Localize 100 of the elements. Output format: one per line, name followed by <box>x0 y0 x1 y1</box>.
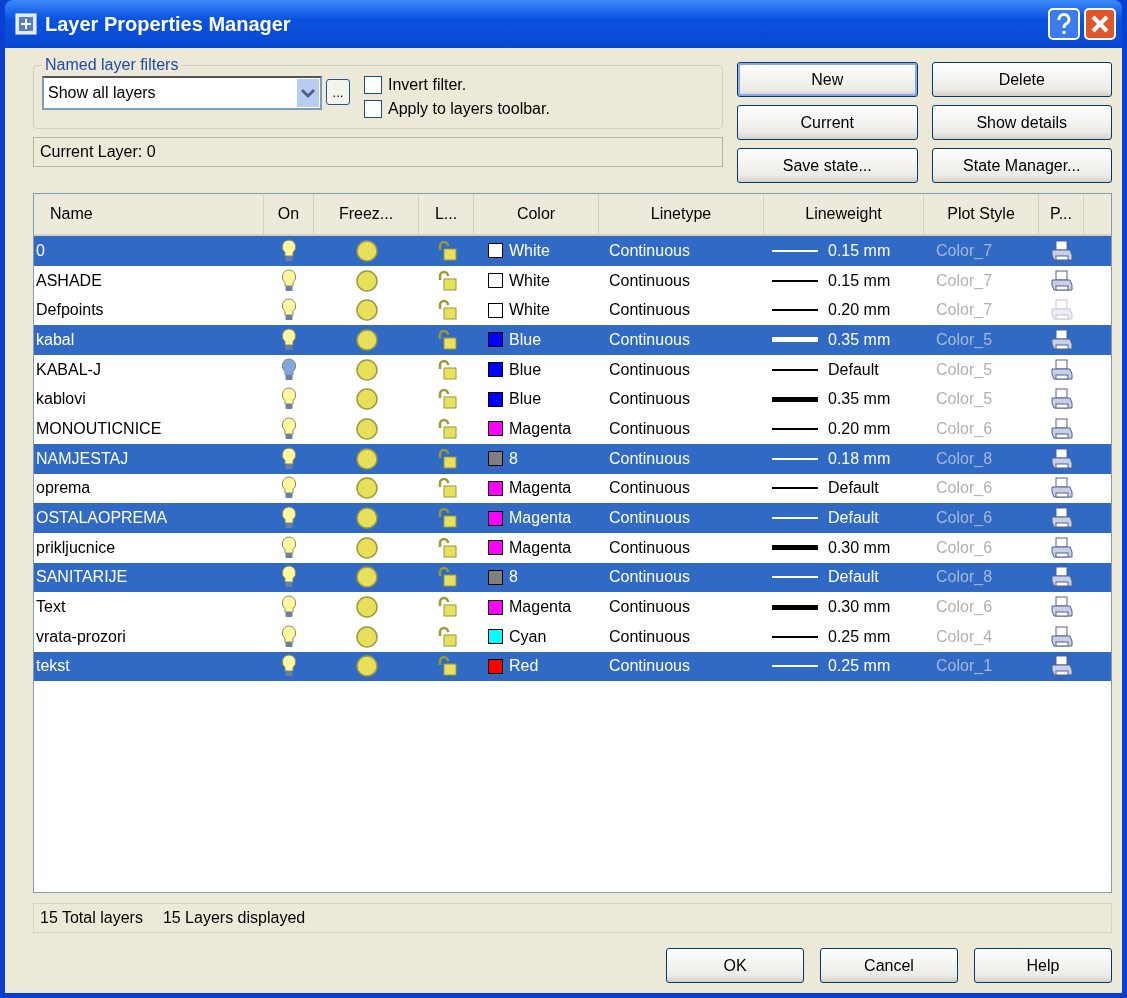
checkbox-option[interactable]: Invert filter. <box>364 76 550 94</box>
lightbulb-icon[interactable] <box>281 506 297 531</box>
color-swatch[interactable] <box>488 332 503 348</box>
lineweight-value[interactable]: Default <box>828 568 879 587</box>
sun-icon[interactable] <box>354 268 379 293</box>
layer-row[interactable]: Text Magenta Continuous 0.30 mm Color_6 <box>34 592 1111 622</box>
dialog-button[interactable]: New <box>737 62 918 97</box>
printer-icon[interactable] <box>1049 565 1074 590</box>
color-swatch[interactable] <box>488 510 503 526</box>
lineweight-value[interactable]: 0.20 mm <box>828 419 891 438</box>
layer-row[interactable]: SANITARIJE 8 Continuous Default Color_8 <box>34 562 1111 593</box>
printer-icon[interactable] <box>1049 238 1074 263</box>
lineweight-value[interactable]: 0.30 mm <box>828 538 891 557</box>
layer-row[interactable]: prikljucnice Magenta Continuous 0.30 mm Color_6 <box>34 532 1111 563</box>
lightbulb-icon[interactable] <box>281 654 297 679</box>
printer-icon[interactable] <box>1049 268 1074 293</box>
lightbulb-icon[interactable] <box>281 565 297 590</box>
column-header[interactable]: L... <box>419 194 474 234</box>
lightbulb-icon[interactable] <box>281 268 297 293</box>
dialog-button[interactable]: State Manager... <box>931 148 1112 183</box>
lineweight-value[interactable]: Default <box>828 509 879 528</box>
color-swatch[interactable] <box>488 302 503 318</box>
color-swatch[interactable] <box>488 658 503 674</box>
dialog-button[interactable]: Save state... <box>737 148 918 183</box>
linetype-name[interactable]: Continuous <box>599 384 764 415</box>
checkbox-option[interactable]: Apply to layers toolbar. <box>364 100 550 118</box>
printer-icon[interactable] <box>1049 387 1074 412</box>
linetype-name[interactable]: Continuous <box>599 592 764 622</box>
sun-icon[interactable] <box>354 506 379 531</box>
color-swatch[interactable] <box>488 451 503 467</box>
printer-icon[interactable] <box>1049 595 1074 620</box>
lightbulb-icon[interactable] <box>281 535 297 560</box>
linetype-name[interactable]: Continuous <box>599 562 764 593</box>
column-header[interactable]: On <box>264 194 314 234</box>
lightbulb-icon[interactable] <box>281 327 297 352</box>
column-header[interactable]: P... <box>1039 194 1084 234</box>
browse-button[interactable]: ... <box>326 79 350 105</box>
lightbulb-icon[interactable] <box>281 595 297 620</box>
column-header[interactable]: Name <box>34 194 264 234</box>
layer-row[interactable]: tekst Red Continuous 0.25 mm Color_1 <box>34 651 1111 682</box>
printer-icon[interactable] <box>1049 624 1074 649</box>
color-swatch[interactable] <box>488 480 503 496</box>
layer-row[interactable]: 0 White Continuous 0.15 mm Color_7 <box>34 236 1111 266</box>
layer-row[interactable]: kablovi Blue Continuous 0.35 mm Color_5 <box>34 384 1111 415</box>
column-header[interactable]: Freez... <box>314 194 419 234</box>
sun-icon[interactable] <box>354 565 379 590</box>
layer-row[interactable]: Defpoints White Continuous 0.20 mm Color_7 <box>34 295 1111 326</box>
lineweight-value[interactable]: Default <box>828 360 879 379</box>
dialog-button[interactable]: OK <box>666 948 804 983</box>
color-swatch[interactable] <box>488 540 503 556</box>
layer-row[interactable]: kabal Blue Continuous 0.35 mm Color_5 <box>34 325 1111 355</box>
lightbulb-icon[interactable] <box>281 476 297 501</box>
column-header[interactable]: Linetype <box>599 194 764 234</box>
lineweight-value[interactable]: 0.25 mm <box>828 657 891 676</box>
color-swatch[interactable] <box>488 362 503 378</box>
sun-icon[interactable] <box>354 238 379 263</box>
lineweight-value[interactable]: 0.35 mm <box>828 390 891 409</box>
lightbulb-icon[interactable] <box>281 298 297 323</box>
dialog-button[interactable]: Current <box>737 105 918 140</box>
linetype-name[interactable]: Continuous <box>599 532 764 563</box>
linetype-name[interactable]: Continuous <box>599 621 764 652</box>
sun-icon[interactable] <box>354 357 379 382</box>
sun-icon[interactable] <box>354 476 379 501</box>
dialog-button[interactable]: Help <box>974 948 1112 983</box>
help-icon[interactable] <box>1048 8 1080 40</box>
sun-icon[interactable] <box>354 327 379 352</box>
column-header[interactable]: Lineweight <box>764 194 924 234</box>
lineweight-value[interactable]: 0.18 mm <box>828 449 891 468</box>
color-swatch[interactable] <box>488 629 503 645</box>
linetype-name[interactable]: Continuous <box>599 443 764 474</box>
lightbulb-icon[interactable] <box>281 624 297 649</box>
dialog-button[interactable]: Cancel <box>820 948 958 983</box>
sun-icon[interactable] <box>354 654 379 679</box>
lightbulb-icon[interactable] <box>281 387 297 412</box>
lightbulb-icon[interactable] <box>281 238 297 263</box>
layer-row[interactable]: oprema Magenta Continuous Default Color_6 <box>34 473 1111 504</box>
lightbulb-icon[interactable] <box>281 416 297 441</box>
linetype-name[interactable]: Continuous <box>599 354 764 385</box>
linetype-name[interactable]: Continuous <box>599 414 764 444</box>
sun-icon[interactable] <box>354 446 379 471</box>
filter-dropdown[interactable]: Show all layers <box>42 76 322 110</box>
sun-icon[interactable] <box>354 595 379 620</box>
lineweight-value[interactable]: 0.30 mm <box>828 598 891 617</box>
dialog-button[interactable]: Delete <box>931 62 1112 97</box>
sun-icon[interactable] <box>354 416 379 441</box>
layer-row[interactable]: ASHADE White Continuous 0.15 mm Color_7 <box>34 265 1111 296</box>
printer-icon[interactable] <box>1049 535 1074 560</box>
sun-icon[interactable] <box>354 624 379 649</box>
linetype-name[interactable]: Continuous <box>599 473 764 504</box>
linetype-name[interactable]: Continuous <box>599 265 764 296</box>
linetype-name[interactable]: Continuous <box>599 325 764 355</box>
layer-row[interactable]: KABAL-J Blue Continuous Default Color_5 <box>34 354 1111 385</box>
close-icon[interactable] <box>1084 8 1116 40</box>
lineweight-value[interactable]: 0.15 mm <box>828 241 891 260</box>
layer-row[interactable]: OSTALAOPREMA Magenta Continuous Default Color_6 <box>34 503 1111 533</box>
printer-icon[interactable] <box>1049 506 1074 531</box>
color-swatch[interactable] <box>488 273 503 289</box>
color-swatch[interactable] <box>488 569 503 585</box>
lineweight-value[interactable]: 0.25 mm <box>828 627 891 646</box>
color-swatch[interactable] <box>488 599 503 615</box>
